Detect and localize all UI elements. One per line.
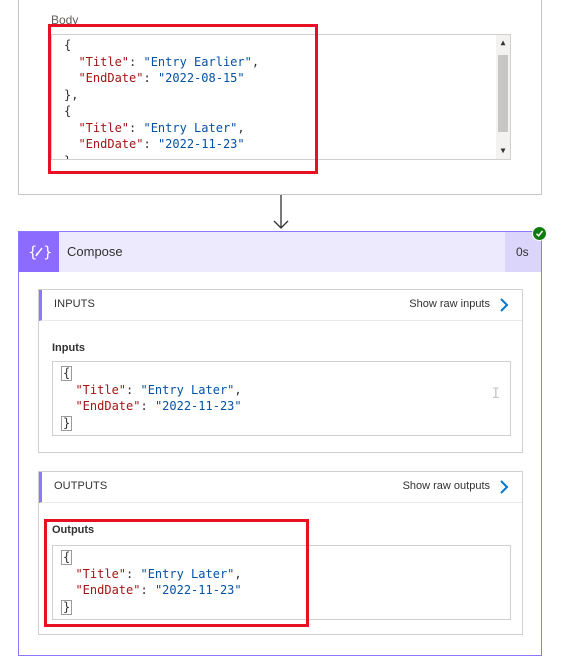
json-string: "Entry Later" (140, 382, 235, 397)
json-punctuation: : (143, 137, 158, 151)
json-punctuation: : (129, 54, 144, 69)
show-raw-outputs-link[interactable]: Show raw outputs (403, 480, 490, 492)
code-line: } (61, 415, 242, 432)
code-line: "Title": "Entry Later", (61, 566, 242, 583)
json-key: "Title" (75, 566, 127, 581)
inputs-section: INPUTS Show raw inputs Inputs { "Title":… (38, 289, 523, 453)
json-punctuation: , (234, 566, 242, 581)
body-code-viewer[interactable]: { "Title": "Entry Earlier", "EndDate": "… (51, 34, 511, 160)
json-key: "EndDate" (78, 71, 144, 85)
code-line: }, (64, 87, 259, 104)
svg-text:}: } (43, 243, 51, 261)
json-punctuation: { (61, 550, 73, 565)
outputs-section: OUTPUTS Show raw outputs Outputs { "Titl… (38, 471, 523, 635)
code-line: { (61, 549, 242, 566)
json-punctuation: , (251, 54, 260, 69)
code-line: "EndDate": "2022-11-23" (61, 398, 242, 415)
json-punctuation: } (64, 154, 71, 160)
json-punctuation: : (140, 399, 155, 413)
json-string: "Entry Later" (143, 120, 238, 135)
inputs-code-lines: { "Title": "Entry Later", "EndDate": "20… (61, 365, 242, 431)
success-check-icon (532, 226, 547, 241)
code-line: } (61, 599, 242, 616)
vertical-scrollbar[interactable]: ▲ ▼ (496, 35, 510, 159)
inputs-section-title: INPUTS (54, 298, 95, 310)
code-line: "EndDate": "2022-08-15" (64, 70, 259, 87)
json-string: "Entry Later" (140, 566, 235, 581)
svg-text:{: { (28, 243, 38, 261)
json-punctuation (61, 583, 75, 597)
json-string: "2022-11-23" (154, 583, 242, 597)
json-punctuation: : (126, 382, 141, 397)
json-punctuation: , (237, 120, 245, 135)
code-line: { (61, 365, 242, 382)
inputs-code-viewer[interactable]: { "Title": "Entry Later", "EndDate": "20… (52, 361, 511, 436)
json-punctuation: : (129, 120, 144, 135)
json-punctuation (64, 137, 78, 151)
outputs-section-title: OUTPUTS (54, 480, 108, 492)
json-key: "EndDate" (78, 137, 144, 151)
json-punctuation: { (61, 366, 73, 381)
json-punctuation: { (64, 104, 72, 118)
code-line: "Title": "Entry Later", (64, 120, 259, 137)
json-string: "2022-08-15" (157, 71, 245, 85)
json-key: "EndDate" (75, 583, 141, 597)
body-label: Body (51, 13, 79, 27)
code-line: { (64, 37, 259, 54)
duration-label: 0s (516, 245, 529, 259)
json-punctuation: } (61, 415, 73, 431)
json-punctuation: : (140, 583, 155, 597)
json-punctuation: : (143, 71, 158, 85)
compose-title: Compose (67, 244, 123, 259)
scrollbar-thumb[interactable] (498, 55, 508, 132)
json-key: "Title" (78, 54, 130, 69)
outputs-section-header: OUTPUTS Show raw outputs (39, 472, 522, 503)
json-string: "Entry Earlier" (143, 54, 252, 69)
inputs-label: Inputs (52, 342, 85, 354)
show-raw-inputs-link[interactable]: Show raw inputs (409, 298, 490, 310)
json-string: "2022-11-23" (154, 399, 242, 413)
compose-action-icon: { } (19, 232, 59, 272)
inputs-section-header: INPUTS Show raw inputs (39, 290, 522, 321)
code-line: { (64, 103, 259, 120)
scroll-down-arrow-icon[interactable]: ▼ (498, 146, 508, 156)
down-arrow-icon (273, 195, 289, 229)
code-line: "EndDate": "2022-11-23" (61, 582, 242, 599)
body-code-lines: { "Title": "Entry Earlier", "EndDate": "… (64, 37, 259, 160)
json-punctuation (61, 399, 75, 413)
json-punctuation: : (126, 566, 141, 581)
json-key: "Title" (78, 120, 130, 135)
json-punctuation (61, 383, 75, 397)
text-cursor-icon: I (491, 386, 500, 402)
json-punctuation (64, 55, 78, 69)
outputs-code-viewer[interactable]: { "Title": "Entry Later", "EndDate": "20… (52, 545, 511, 620)
chevron-right-icon[interactable] (499, 480, 509, 494)
json-punctuation (64, 121, 78, 135)
json-punctuation: { (64, 38, 72, 52)
json-punctuation (61, 567, 75, 581)
json-punctuation: , (234, 382, 242, 397)
code-line: } (64, 153, 259, 160)
outputs-code-lines: { "Title": "Entry Later", "EndDate": "20… (61, 549, 242, 615)
code-line: "Title": "Entry Later", (61, 382, 242, 399)
code-line: "EndDate": "2022-11-23" (64, 136, 259, 153)
json-key: "EndDate" (75, 399, 141, 413)
json-string: "2022-11-23" (157, 137, 245, 151)
outputs-label: Outputs (52, 524, 95, 536)
json-punctuation (64, 71, 78, 85)
scroll-up-arrow-icon[interactable]: ▲ (498, 38, 508, 48)
json-punctuation: } (61, 599, 73, 615)
code-line: "Title": "Entry Earlier", (64, 54, 259, 71)
curly-braces-icon: { } (28, 243, 51, 261)
json-punctuation: }, (64, 87, 79, 102)
chevron-right-icon[interactable] (499, 298, 509, 312)
json-key: "Title" (75, 382, 127, 397)
